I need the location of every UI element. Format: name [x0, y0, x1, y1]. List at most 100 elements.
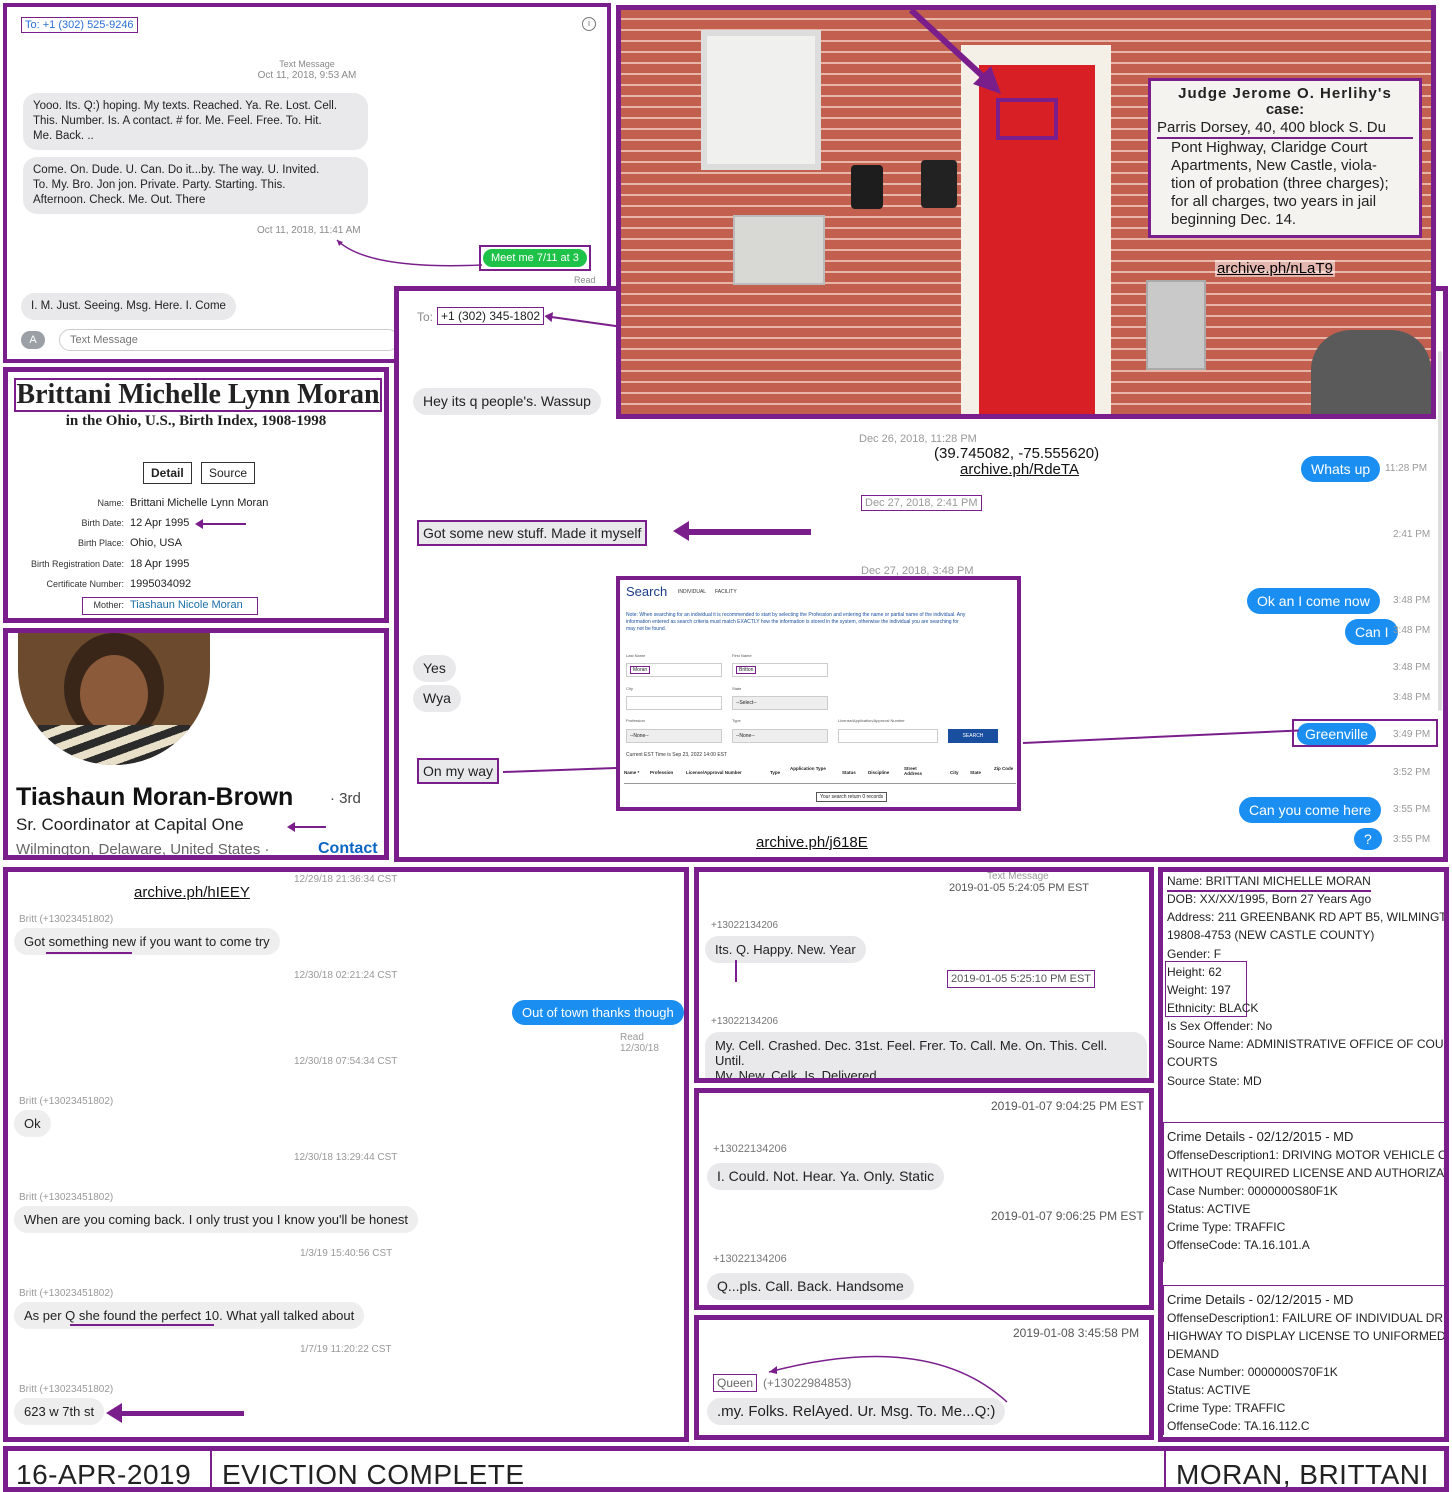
message-bubble: Wya	[413, 685, 461, 712]
archive-link[interactable]: archive.ph/j618E	[756, 834, 868, 851]
message-bubble: Hey its q people's. Wassup	[413, 388, 601, 415]
air-conditioner-image	[733, 215, 825, 285]
message-line: This. Number. Is. A contact. # for. Me. …	[33, 115, 322, 127]
timestamp-highlight: 2019-01-05 5:25:10 PM EST	[947, 970, 1096, 988]
results-count: Your search return 0 records	[816, 792, 888, 802]
message-bubble: Got some new stuff. Made it myself	[417, 520, 648, 546]
birth-record-panel: Brittani Michelle Lynn Moran in the Ohio…	[3, 367, 389, 623]
crime-line: Crime Type: TRAFFIC	[1167, 1401, 1286, 1415]
message-input[interactable]	[59, 329, 399, 351]
sent-message-bubble: Out of town thanks though	[512, 1000, 684, 1025]
tab-facility[interactable]: FACILITY	[715, 589, 737, 595]
record-line: Height: 62	[1167, 965, 1222, 979]
scrollbar[interactable]	[1438, 351, 1442, 711]
record-title: Brittani Michelle Lynn Moran	[14, 378, 382, 412]
tab-source[interactable]: Source	[201, 462, 256, 484]
archive-link[interactable]: archive.ph/nLaT9	[1215, 260, 1335, 277]
search-title: Search	[626, 584, 668, 599]
field-value: Brittani Michelle Lynn Moran	[130, 497, 269, 509]
message-bubble: Yooo. Its. Q:) hoping. My texts. Reached…	[23, 93, 368, 150]
field-label: Last Name	[626, 653, 646, 658]
eviction-footer: 16-APR-2019 EVICTION COMPLETE MORAN, BRI…	[3, 1446, 1449, 1492]
message-bubble: I. M. Just. Seeing. Msg. Here. I. Come	[21, 293, 236, 320]
mother-link[interactable]: Tiashaun Nicole Moran	[130, 599, 243, 611]
message-bubble: My. Cell. Crashed. Dec. 31st. Feel. Frer…	[705, 1032, 1147, 1078]
archive-link[interactable]: archive.ph/RdeTA	[960, 461, 1079, 478]
type-select[interactable]: --None--	[732, 729, 828, 743]
message-timestamp: 12/30/18 13:29:44 CST	[294, 1152, 398, 1163]
column-header: Type	[770, 770, 781, 775]
record-subtitle: in the Ohio, U.S., Birth Index, 1908-199…	[65, 413, 327, 429]
message-line: Me. Back. ..	[33, 130, 94, 142]
window-image	[701, 30, 821, 170]
last-name-input[interactable]: Moran	[626, 663, 722, 677]
field-label: Name:	[97, 498, 124, 508]
column-header: Profession	[650, 770, 674, 775]
message-type-header: Text Message	[279, 59, 335, 69]
column-header: Status	[842, 770, 856, 775]
tab-detail[interactable]: Detail	[143, 462, 192, 484]
news-clipping: Judge Jerome O. Herlihy's case: Parris D…	[1148, 78, 1422, 238]
crime-line: OffenseCode: TA.16.101.A	[1167, 1238, 1310, 1252]
search-button[interactable]: SEARCH	[948, 729, 998, 743]
divider	[1164, 1451, 1166, 1487]
field-value: 1995034092	[130, 578, 192, 590]
field-label: Birth Registration Date:	[30, 559, 124, 569]
photo-panel: Judge Jerome O. Herlihy's case: Parris D…	[616, 5, 1436, 419]
arrow-indicator	[195, 519, 246, 529]
first-name-input[interactable]: Britton	[732, 663, 828, 677]
profession-select[interactable]: --None--	[626, 729, 722, 743]
crime-line: Case Number: 0000000S70F1K	[1167, 1365, 1338, 1379]
profile-name: Tiashaun Moran-Brown	[16, 783, 294, 811]
crime-line: Crime Details - 02/12/2015 - MD	[1167, 1292, 1354, 1307]
recipient-field: To: +1 (302) 525-9246	[21, 17, 138, 33]
message-timestamp: 12/29/18 21:36:34 CST	[294, 874, 398, 885]
chat-panel-6: 2019-01-08 3:45:58 PM Queen (+1302298485…	[694, 1315, 1154, 1440]
tab-individual[interactable]: INDIVIDUAL	[678, 589, 706, 595]
field-label: Certificate Number:	[46, 579, 124, 589]
message-bubble: When are you coming back. I only trust y…	[14, 1206, 419, 1233]
pointer-arrow	[908, 10, 1001, 94]
eviction-status: EVICTION COMPLETE	[222, 1459, 525, 1490]
connection-degree: · 3rd	[330, 790, 361, 807]
archive-link[interactable]: archive.ph/hIEEY	[134, 884, 250, 901]
column-header: Zip Code	[994, 766, 1014, 771]
record-line: Is Sex Offender: No	[1167, 1019, 1273, 1033]
sent-message-bubble: ?	[1354, 828, 1382, 850]
app-store-icon[interactable]: A	[21, 331, 45, 349]
sender-label: +13022134206	[711, 920, 779, 931]
arrow-indicator	[106, 1403, 244, 1423]
message-bubble: Ok	[14, 1110, 51, 1137]
clipping-line: tion of probation (three charges);	[1171, 175, 1389, 192]
recipient-label: To:	[417, 310, 434, 324]
message-timestamp: 1/7/19 11:20:22 CST	[300, 1344, 392, 1355]
people-image	[1311, 330, 1431, 414]
crime-line: Crime Details - 02/12/2015 - MD	[1167, 1129, 1354, 1144]
column-header: Discipline	[868, 770, 890, 775]
message-timestamp: 3:48 PM	[1393, 595, 1431, 606]
info-icon[interactable]: i	[582, 17, 596, 31]
record-line: Name: BRITTANI MICHELLE MORAN	[1167, 872, 1371, 892]
message-timestamp: 3:48 PM	[1393, 625, 1431, 636]
arrow-indicator	[673, 521, 811, 541]
record-line: Ethnicity: BLACK	[1167, 1001, 1259, 1015]
license-input[interactable]	[838, 729, 938, 743]
field-value: 18 Apr 1995	[130, 558, 190, 570]
state-select[interactable]: --Select--	[732, 696, 828, 710]
city-input[interactable]	[626, 696, 722, 710]
column-header: Name *	[624, 770, 640, 775]
chat-panel-5: 2019-01-07 9:04:25 PM EST +13022134206 I…	[694, 1088, 1154, 1310]
message-timestamp: 3:48 PM	[1393, 662, 1431, 673]
profile-panel: Tiashaun Moran-Brown · 3rd Sr. Coordinat…	[3, 628, 389, 860]
input-value: Moran	[630, 666, 651, 674]
underline-mark	[70, 1324, 214, 1326]
message-timestamp: 3:55 PM	[1393, 804, 1431, 815]
message-line: To. My. Bro. Jon jon. Private. Party. St…	[33, 179, 286, 191]
arrow-indicator	[287, 822, 326, 832]
sent-message-bubble: Meet me 7/11 at 3	[479, 245, 591, 271]
message-timestamp: 2:41 PM	[1393, 529, 1431, 540]
chat-panel-3: archive.ph/hIEEY 12/29/18 21:36:34 CST B…	[3, 867, 689, 1442]
contact-link[interactable]: Contact	[318, 840, 378, 855]
message-line: Afternoon. Check. Me. Out. There	[33, 194, 206, 206]
gps-coordinates: (39.745082, -75.555620)	[934, 445, 1100, 462]
